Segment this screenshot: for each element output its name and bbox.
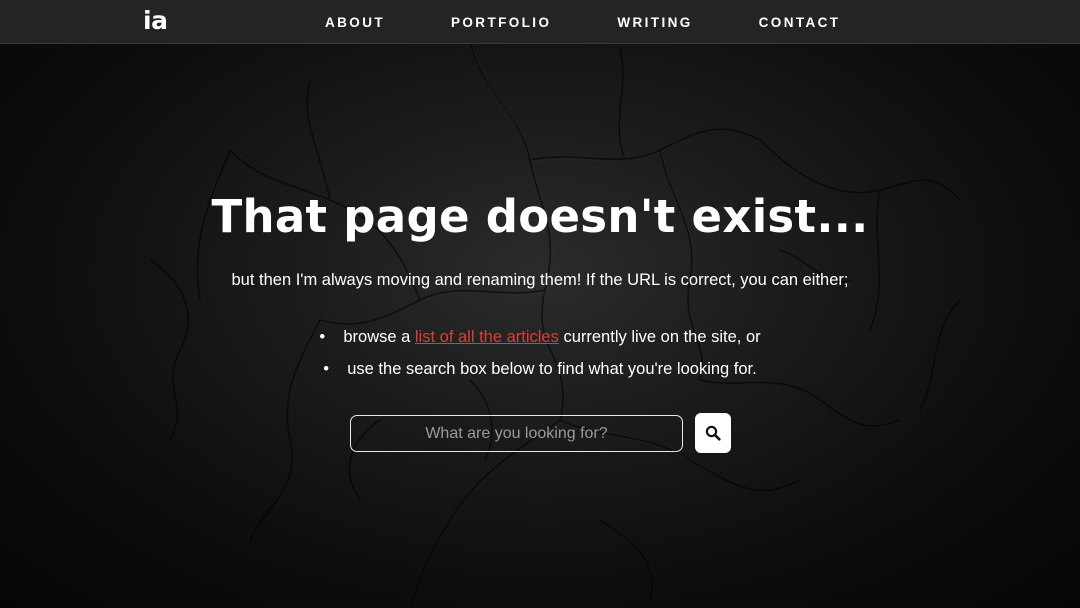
nav-link-about[interactable]: ABOUT — [303, 15, 385, 30]
list-item-search: • use the search box below to find what y… — [0, 358, 1080, 390]
main-nav: ABOUT PORTFOLIO WRITING CONTACT — [303, 0, 840, 44]
options-list: • browse a list of all the articles curre… — [0, 326, 1080, 390]
site-logo[interactable]: ia — [143, 5, 168, 37]
browse-suffix: currently live on the site, or — [563, 328, 761, 346]
top-navbar: ia ABOUT PORTFOLIO WRITING CONTACT — [0, 0, 1080, 44]
search-icon — [705, 425, 721, 441]
articles-list-link[interactable]: list of all the articles — [415, 328, 559, 346]
main-content: That page doesn't exist... but then I'm … — [0, 0, 1080, 608]
nav-link-contact[interactable]: CONTACT — [737, 15, 841, 30]
page-subtitle: but then I'm always moving and renaming … — [231, 271, 849, 289]
search-instruction: use the search box below to find what yo… — [347, 360, 757, 378]
page: ia ABOUT PORTFOLIO WRITING CONTACT That … — [0, 0, 1080, 608]
search-input[interactable] — [350, 415, 683, 452]
search-button[interactable] — [695, 413, 731, 453]
nav-link-writing[interactable]: WRITING — [595, 15, 692, 30]
browse-prefix: browse a — [343, 328, 411, 346]
list-item-browse: • browse a list of all the articles curre… — [0, 326, 1080, 358]
page-title: That page doesn't exist... — [211, 190, 869, 243]
nav-link-portfolio[interactable]: PORTFOLIO — [429, 15, 551, 30]
bullet-icon: • — [323, 360, 330, 378]
bullet-icon: • — [319, 328, 326, 346]
